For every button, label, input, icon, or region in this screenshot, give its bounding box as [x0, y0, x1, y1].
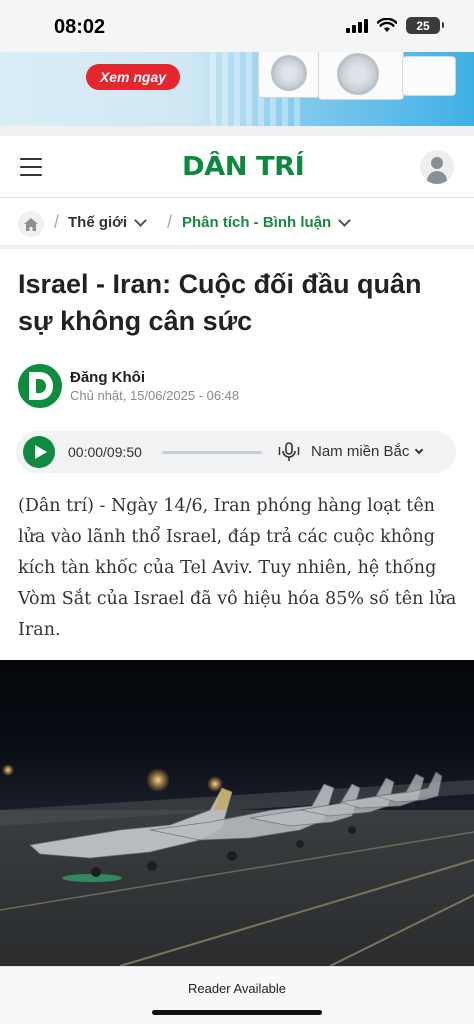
voice-select-label: Nam miền Bắc — [311, 443, 410, 460]
voice-select[interactable]: Nam miền Bắc — [311, 443, 424, 460]
account-icon[interactable] — [420, 150, 454, 184]
breadcrumb-separator: / — [54, 212, 60, 232]
audio-time: 00:00/09:50 — [68, 444, 142, 460]
author-name[interactable]: Đăng Khôi — [70, 369, 145, 386]
ad-cta-button[interactable]: Xem ngay — [86, 64, 180, 90]
breadcrumb-item-phan-tich[interactable]: Phân tích - Bình luận — [182, 213, 352, 231]
voice-icon — [278, 442, 300, 461]
play-button[interactable] — [23, 436, 55, 468]
fighter-jets-image — [0, 764, 474, 966]
article-title: Israel - Iran: Cuộc đối đầu quân sự khôn… — [18, 269, 422, 336]
wifi-icon — [377, 18, 397, 32]
publish-date: Chủ nhật, 15/06/2025 - 06:48 — [70, 388, 240, 403]
chevron-down-icon — [415, 445, 424, 454]
status-bar: 08:02 25 — [0, 0, 474, 52]
battery-icon: 25 — [406, 17, 444, 34]
breadcrumb-label: Phân tích - Bình luận — [182, 214, 332, 231]
audio-player: 00:00/09:50 Nam miền Bắc — [16, 431, 456, 473]
dan-tri-d-logo-icon — [29, 372, 53, 400]
article-photo[interactable] — [0, 660, 474, 966]
ad-product-image — [258, 52, 320, 98]
ad-product-image — [402, 56, 456, 96]
reader-bar: Reader Available — [0, 966, 474, 1024]
article-lead: (Dân trí) - Ngày 14/6, Iran phóng hàng l… — [18, 496, 457, 640]
divider — [0, 126, 474, 136]
ad-banner[interactable]: Xem ngay DT — [0, 52, 474, 126]
breadcrumb-separator: / — [167, 212, 173, 232]
audio-progress-bar[interactable] — [162, 451, 262, 454]
hamburger-menu-icon[interactable] — [20, 158, 42, 176]
chevron-down-icon — [338, 213, 352, 227]
home-icon[interactable] — [18, 211, 44, 237]
site-header: DÂN TRÍ — [0, 136, 474, 198]
chevron-down-icon — [134, 213, 147, 227]
status-time: 08:02 — [54, 16, 106, 38]
battery-level: 25 — [416, 18, 430, 33]
reader-available-button[interactable]: Reader Available — [0, 981, 474, 996]
status-icons: 25 — [346, 17, 444, 34]
home-indicator[interactable] — [152, 1010, 322, 1015]
cellular-signal-icon — [346, 18, 368, 33]
breadcrumb: / Thế giới / Phân tích - Bình luận — [0, 199, 474, 249]
breadcrumb-label: Thế giới — [68, 214, 127, 231]
site-logo[interactable]: DÂN TRÍ — [182, 152, 305, 182]
ad-product-image — [318, 52, 404, 100]
author-avatar[interactable] — [18, 364, 62, 408]
breadcrumb-item-the-gioi[interactable]: Thế giới — [68, 213, 147, 231]
